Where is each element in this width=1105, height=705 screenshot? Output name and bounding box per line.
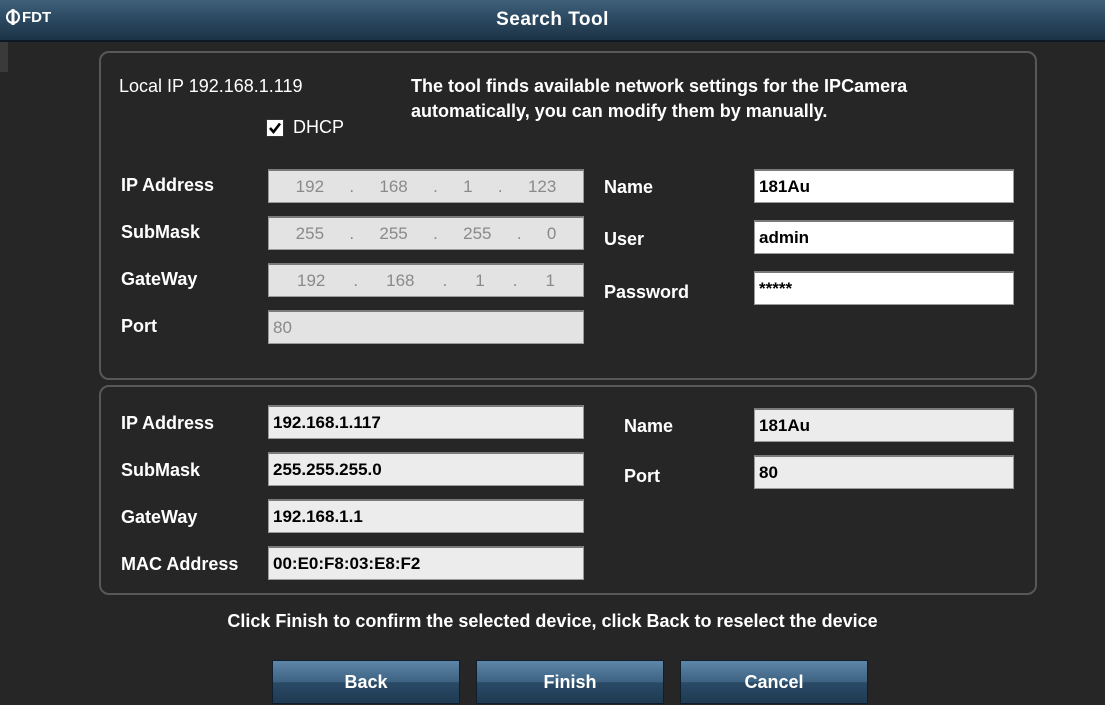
device-submask-field: 255.255.255.0 [268,452,584,486]
info-text-line1: The tool finds available network setting… [411,76,908,96]
config-user-field[interactable]: admin [754,220,1014,254]
config-gateway-field[interactable]: 192. 168. 1. 1 [268,263,584,297]
ip-octet: 192 [295,177,325,196]
device-gateway-label: GateWay [121,507,198,527]
gateway-octet: 1 [545,271,555,290]
submask-octet: 255 [379,224,408,243]
gateway-octet: 1 [475,271,485,290]
device-ip-label: IP Address [121,413,215,433]
config-name-label: Name [604,177,654,197]
device-port-label: Port [624,466,660,486]
config-password-label: Password [604,282,690,302]
left-edge-strip [0,42,8,72]
device-gateway-field: 192.168.1.1 [268,499,584,533]
finish-button[interactable]: Finish [476,660,664,704]
device-ip-field: 192.168.1.117 [268,405,584,439]
checkmark-icon [269,122,282,135]
window-title: Search Tool [496,9,609,30]
config-user-label: User [604,229,645,249]
footer-instruction: Click Finish to confirm the selected dev… [227,611,878,631]
config-submask-field[interactable]: 255. 255. 255. 0 [268,216,584,250]
submask-octet: 0 [546,224,557,243]
config-submask-label: SubMask [121,222,201,242]
ip-octet: 123 [527,177,557,196]
back-button[interactable]: Back [272,660,460,704]
submask-octet: 255 [295,224,325,243]
device-submask-label: SubMask [121,460,201,480]
search-tool-window: FDT Search Tool Local IP 192.168.1.119 D… [0,0,1105,705]
config-ip-label: IP Address [121,175,215,195]
device-name-label: Name [624,416,674,436]
local-ip-label: Local IP 192.168.1.119 [119,76,303,96]
config-ip-field[interactable]: 192. 168. 1. 123 [268,169,584,203]
device-mac-field: 00:E0:F8:03:E8:F2 [268,546,584,580]
gateway-octet: 168 [386,271,415,290]
title-bar: FDT Search Tool [0,0,1105,42]
ip-octet: 168 [379,177,408,196]
device-mac-label: MAC Address [121,554,239,574]
config-name-field[interactable]: 181Au [754,169,1014,203]
submask-octet: 255 [463,224,492,243]
config-port-label: Port [121,316,157,336]
config-gateway-label: GateWay [121,269,198,289]
config-port-field[interactable]: 80 [268,310,584,344]
ip-octet: 1 [463,177,473,196]
gateway-octet: 192 [297,271,326,290]
config-password-field[interactable]: ***** [754,271,1014,305]
device-name-field: 181Au [754,408,1014,442]
cancel-button[interactable]: Cancel [680,660,868,704]
info-text-line2: automatically, you can modify them by ma… [411,101,828,121]
device-port-field: 80 [754,455,1014,489]
dhcp-label: DHCP [293,117,345,137]
dhcp-checkbox[interactable] [266,119,284,137]
